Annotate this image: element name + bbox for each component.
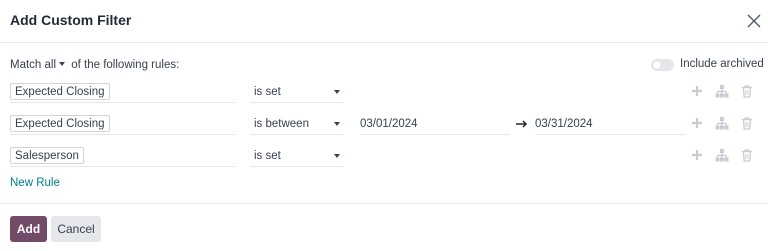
delete-rule-button[interactable] [740,116,754,130]
rule-date-end-value: 03/31/2024 [535,118,593,130]
rule-operator-select[interactable]: is set [250,81,343,103]
trash-icon [742,117,752,130]
rule-operator-value: is set [254,86,281,98]
rule-field-select[interactable]: Salesperson [10,145,235,167]
rule-date-start-value: 03/01/2024 [360,118,418,130]
match-rule-line: Match all of the following rules: [10,59,179,71]
rule-operator-value: is set [254,150,281,162]
hierarchy-icon [715,149,729,162]
cancel-button[interactable]: Cancel [51,216,101,242]
rule-field-select[interactable]: Expected Closing [10,81,235,103]
rule-field-tag: Expected Closing [10,115,110,132]
dialog-title: Add Custom Filter [10,12,132,28]
rule-field-tag: Expected Closing [10,83,110,100]
close-button[interactable] [745,12,763,30]
new-rule-link[interactable]: New Rule [10,177,60,189]
match-suffix: of the following rules: [71,59,180,71]
add-rule-button[interactable] [690,116,704,130]
add-custom-filter-dialog: Add Custom Filter Match all of the follo… [0,0,768,251]
rule-field-select[interactable]: Expected Closing [10,113,235,135]
rule-date-end-input[interactable]: 03/31/2024 [535,113,685,135]
trash-icon [742,149,752,162]
match-mode-select[interactable]: all [45,59,69,71]
rule-operator-select[interactable]: is between [250,113,343,135]
rule-operator-value: is between [254,118,309,130]
delete-rule-button[interactable] [740,84,754,98]
dialog-header: Add Custom Filter [0,0,768,43]
caret-down-icon [59,61,66,66]
rule-operator-select[interactable]: is set [250,145,343,167]
match-mode-value: all [44,59,57,71]
hierarchy-icon [715,85,729,98]
rule-actions [690,116,754,132]
rule-date-start-input[interactable]: 03/01/2024 [360,113,510,135]
dialog-footer: Add Cancel [0,203,768,251]
match-prefix: Match [10,59,42,71]
toggle-knob [653,61,661,69]
arrow-right-icon [516,120,528,128]
plus-icon [692,118,702,128]
include-archived-toggle[interactable] [651,59,674,71]
add-button[interactable]: Add [10,216,47,242]
rule-row: Expected Closing is between 03/01/2024 0… [0,113,768,137]
caret-down-icon [334,122,340,126]
add-branch-button[interactable] [715,84,729,98]
rule-actions [690,84,754,100]
rule-field-tag: Salesperson [10,147,84,164]
caret-down-icon [334,90,340,94]
close-icon [747,14,761,28]
rule-row: Salesperson is set [0,145,768,169]
caret-down-icon [334,154,340,158]
hierarchy-icon [715,117,729,130]
plus-icon [692,150,702,160]
add-rule-button[interactable] [690,148,704,162]
add-rule-button[interactable] [690,84,704,98]
include-archived-label: Include archived [680,58,764,70]
delete-rule-button[interactable] [740,148,754,162]
add-branch-button[interactable] [715,148,729,162]
trash-icon [742,85,752,98]
add-branch-button[interactable] [715,116,729,130]
rule-row: Expected Closing is set [0,81,768,105]
rule-actions [690,148,754,164]
plus-icon [692,86,702,96]
